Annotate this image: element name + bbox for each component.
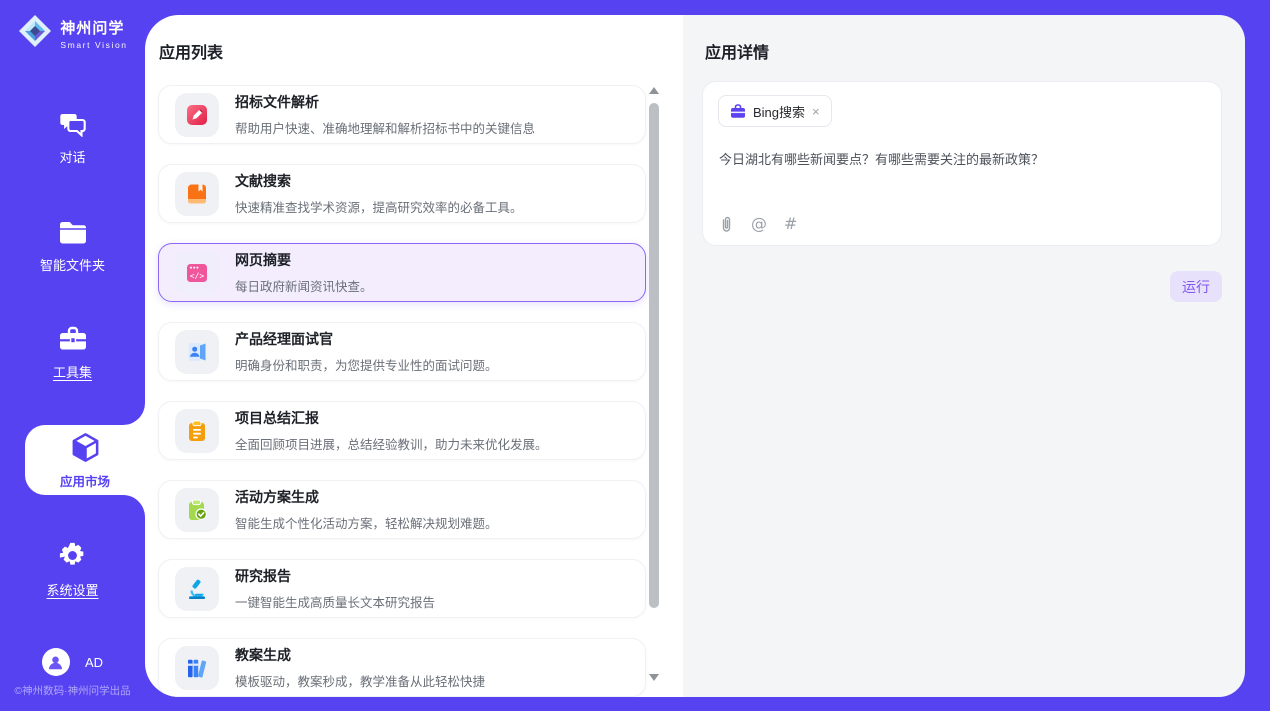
brand-subtitle: Smart Vision [60, 40, 127, 50]
user-row: AD [0, 648, 145, 676]
app-desc: 全面回顾项目进展，总结经验教训，助力未来优化发展。 [235, 434, 548, 453]
app-card[interactable]: </> 网页摘要每日政府新闻资讯快查。 [158, 243, 646, 302]
svg-text:</>: </> [190, 271, 205, 280]
user-initials: AD [85, 655, 103, 670]
app-desc: 快速精准查找学术资源，提高研究效率的必备工具。 [235, 197, 523, 216]
sidebar-item-label: 智能文件夹 [40, 255, 105, 274]
run-button[interactable]: 运行 [1170, 271, 1222, 302]
browser-icon: </> [175, 251, 219, 295]
app-desc: 模板驱动，教案秒成，教学准备从此轻松快捷 [235, 671, 485, 690]
gear-icon [58, 541, 87, 573]
app-card[interactable]: 活动方案生成智能生成个性化活动方案，轻松解决规划难题。 [158, 480, 646, 539]
sidebar: 神州问学 Smart Vision 对话 智能文件夹 工具集 应用市场 系统设置 [0, 0, 145, 714]
sidebar-item-label: 工具集 [53, 362, 92, 381]
avatar[interactable] [42, 648, 70, 676]
app-list-panel: 应用列表 招标文件解析帮助用户快速、准确地理解和解析招标书中的关键信息 文献搜索… [145, 15, 683, 697]
app-name: 网页摘要 [235, 250, 373, 270]
sidebar-item-gear[interactable]: 系统设置 [0, 541, 145, 599]
tool-chip-bing-search[interactable]: Bing搜索 × [718, 95, 832, 127]
hash-icon[interactable]: # [784, 214, 797, 233]
sidebar-item-folder[interactable]: 智能文件夹 [0, 220, 145, 274]
book-icon [175, 172, 219, 216]
chat-icon [58, 110, 87, 140]
close-icon[interactable]: × [812, 105, 820, 118]
app-desc: 一键智能生成高质量长文本研究报告 [235, 592, 435, 611]
app-desc: 明确身份和职责，为您提供专业性的面试问题。 [235, 355, 498, 374]
app-name: 项目总结汇报 [235, 408, 548, 428]
app-card[interactable]: 文献搜索快速精准查找学术资源，提高研究效率的必备工具。 [158, 164, 646, 223]
app-desc: 智能生成个性化活动方案，轻松解决规划难题。 [235, 513, 498, 532]
app-card[interactable]: 教案生成模板驱动，教案秒成，教学准备从此轻松快捷 [158, 638, 646, 697]
app-detail-title: 应用详情 [705, 39, 769, 63]
app-card[interactable]: 招标文件解析帮助用户快速、准确地理解和解析招标书中的关键信息 [158, 85, 646, 144]
paperclip-icon[interactable] [719, 215, 734, 233]
app-card[interactable]: 产品经理面试官明确身份和职责，为您提供专业性的面试问题。 [158, 322, 646, 381]
interview-icon [175, 330, 219, 374]
brand-diamond-icon [17, 13, 53, 54]
tab-curve-top [123, 403, 145, 425]
app-list-title: 应用列表 [159, 39, 223, 63]
doc-edit-icon [175, 93, 219, 137]
app-card[interactable]: 研究报告一键智能生成高质量长文本研究报告 [158, 559, 646, 618]
copyright-text: ©神州数码·神州问学出品 [0, 683, 145, 698]
sidebar-item-cube[interactable]: 应用市场 [25, 425, 145, 495]
app-detail-panel: 应用详情 Bing搜索 × 今日湖北有哪些新闻要点？有哪些需要关注的最新政策？ [683, 15, 1245, 697]
app-card[interactable]: 项目总结汇报全面回顾项目进展，总结经验教训，助力未来优化发展。 [158, 401, 646, 460]
clipboard-check-icon [175, 488, 219, 532]
app-name: 教案生成 [235, 645, 485, 665]
app-card-list: 招标文件解析帮助用户快速、准确地理解和解析招标书中的关键信息 文献搜索快速精准查… [158, 85, 646, 697]
scroll-down-icon[interactable] [649, 674, 659, 681]
app-name: 研究报告 [235, 566, 435, 586]
books-icon [175, 646, 219, 690]
sidebar-item-label: 对话 [59, 147, 85, 166]
at-icon[interactable]: @ [751, 214, 767, 233]
content-area: 应用列表 招标文件解析帮助用户快速、准确地理解和解析招标书中的关键信息 文献搜索… [145, 15, 1245, 697]
toolbox-icon [58, 325, 88, 355]
app-name: 产品经理面试官 [235, 329, 498, 349]
sidebar-item-label: 应用市场 [60, 471, 110, 490]
app-desc: 帮助用户快速、准确地理解和解析招标书中的关键信息 [235, 118, 535, 137]
microscope-icon [175, 567, 219, 611]
app-window: 应用列表 招标文件解析帮助用户快速、准确地理解和解析招标书中的关键信息 文献搜索… [0, 0, 1270, 714]
scroll-thumb[interactable] [649, 103, 659, 608]
scrollbar[interactable] [648, 85, 660, 683]
sidebar-item-toolbox[interactable]: 工具集 [0, 325, 145, 381]
app-name: 招标文件解析 [235, 92, 535, 112]
brand-logo: 神州问学 Smart Vision [0, 13, 145, 54]
app-name: 活动方案生成 [235, 487, 498, 507]
app-desc: 每日政府新闻资讯快查。 [235, 276, 373, 295]
composer-card: Bing搜索 × 今日湖北有哪些新闻要点？有哪些需要关注的最新政策？ @ # [702, 81, 1222, 246]
composer-toolbar: @ # [719, 214, 797, 233]
scroll-up-icon[interactable] [649, 87, 659, 94]
tab-curve-bottom [123, 495, 145, 517]
sidebar-item-chat[interactable]: 对话 [0, 110, 145, 166]
tool-chip-label: Bing搜索 [753, 102, 805, 121]
clipboard-icon [175, 409, 219, 453]
folder-icon [58, 220, 88, 248]
brand-name: 神州问学 [60, 17, 127, 38]
query-input[interactable]: 今日湖北有哪些新闻要点？有哪些需要关注的最新政策？ [719, 150, 1199, 170]
app-name: 文献搜索 [235, 171, 523, 191]
briefcase-icon [730, 104, 746, 119]
cube-icon [69, 431, 102, 468]
sidebar-item-label: 系统设置 [46, 580, 98, 599]
